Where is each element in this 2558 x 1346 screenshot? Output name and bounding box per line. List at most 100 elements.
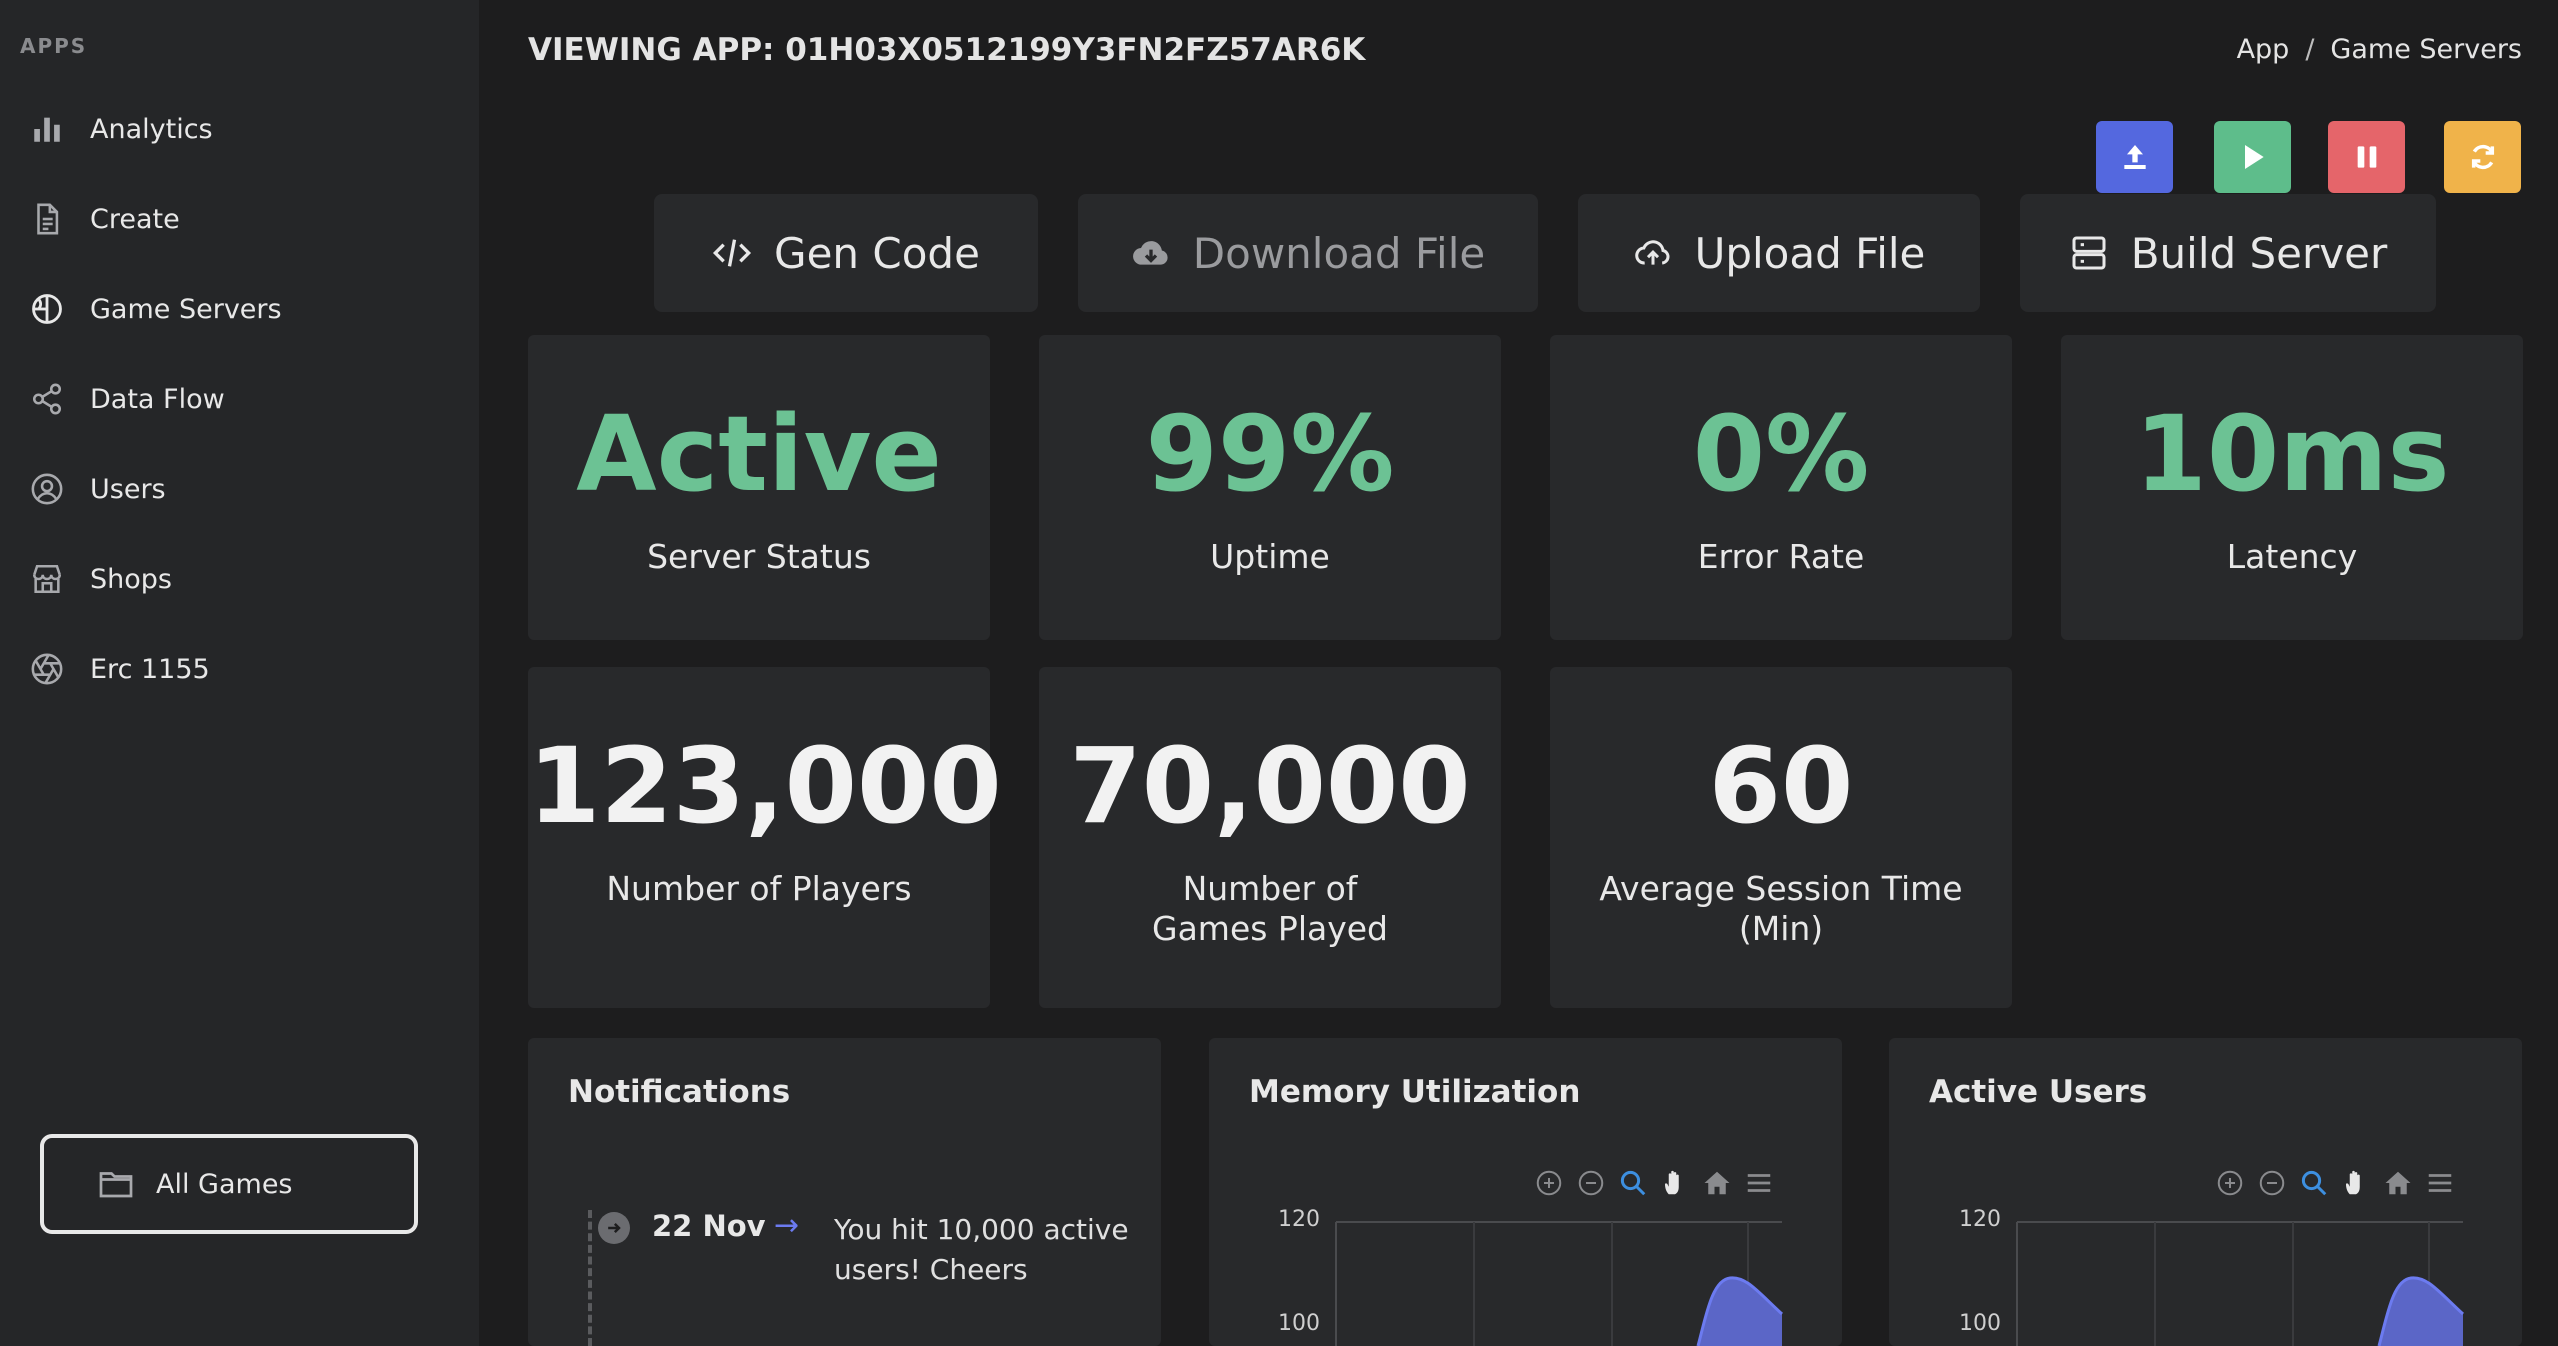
- sidebar-section-label: APPS: [20, 34, 88, 58]
- upload-file-button[interactable]: Upload File: [1578, 194, 1980, 312]
- arrow-right-icon: →: [774, 1208, 800, 1243]
- sidebar-item-erc-1155[interactable]: Erc 1155: [0, 634, 479, 704]
- panel-title: Notifications: [568, 1074, 791, 1110]
- pan-hand-icon[interactable]: [1660, 1168, 1690, 1198]
- sidebar-item-game-servers[interactable]: Game Servers: [0, 274, 479, 344]
- zoom-in-icon[interactable]: [2215, 1168, 2245, 1198]
- stat-label: Average Session Time (Min): [1599, 869, 1963, 948]
- sidebar-item-analytics[interactable]: Analytics: [0, 94, 479, 164]
- sidebar-item-label: Data Flow: [90, 383, 225, 415]
- refresh-action-button[interactable]: [2444, 121, 2521, 193]
- stat-label: Error Rate: [1697, 537, 1865, 576]
- pan-hand-icon[interactable]: [2341, 1168, 2371, 1198]
- gen-code-button[interactable]: Gen Code: [654, 194, 1038, 312]
- upload-action-button[interactable]: [2096, 121, 2173, 193]
- stat-label: Server Status: [647, 537, 871, 576]
- sidebar-item-label: Shops: [90, 563, 172, 595]
- timeline-line: [588, 1210, 592, 1346]
- stat-value: 10ms: [2134, 393, 2450, 515]
- breadcrumb: App / Game Servers: [2237, 34, 2522, 65]
- cloud-download-icon: [1131, 233, 1171, 273]
- stat-value: 60: [1708, 725, 1854, 847]
- stat-card-server-status: Active Server Status: [528, 335, 990, 640]
- pause-icon: [2351, 141, 2383, 173]
- stat-card-players: 123,000 Number of Players: [528, 667, 1002, 1008]
- stat-label: Uptime: [1210, 537, 1330, 576]
- panel-title: Memory Utilization: [1249, 1074, 1581, 1110]
- sidebar-item-label: Erc 1155: [90, 653, 210, 685]
- active-users-chart: 120 100: [1959, 1207, 2465, 1346]
- magnifier-icon[interactable]: [2299, 1168, 2329, 1198]
- download-file-button[interactable]: Download File: [1078, 194, 1538, 312]
- menu-icon[interactable]: [2425, 1168, 2455, 1198]
- zoom-in-icon[interactable]: [1534, 1168, 1564, 1198]
- server-icon: [2069, 233, 2109, 273]
- sidebar-item-users[interactable]: Users: [0, 454, 479, 524]
- stat-label: Number of Games Played: [1152, 869, 1388, 948]
- y-tick-label: 120: [1959, 1207, 2001, 1232]
- stat-value: Active: [576, 393, 942, 515]
- breadcrumb-separator: /: [2305, 34, 2315, 65]
- sidebar-item-data-flow[interactable]: Data Flow: [0, 364, 479, 434]
- notification-text: You hit 10,000 active users! Cheers: [834, 1213, 1129, 1286]
- home-icon[interactable]: [2383, 1168, 2413, 1198]
- sidebar-item-label: Game Servers: [90, 293, 282, 325]
- notification-date: 22 Nov: [652, 1209, 766, 1243]
- stat-label: Number of Players: [606, 869, 912, 908]
- notifications-panel: Notifications: [528, 1038, 1161, 1346]
- code-icon: [712, 233, 752, 273]
- document-icon: [30, 202, 64, 236]
- page-title: VIEWING APP: 01H03X0512199Y3FN2FZ57AR6K: [528, 32, 1366, 68]
- play-action-button[interactable]: [2214, 121, 2291, 193]
- refresh-icon: [2467, 141, 2499, 173]
- area-series: [1698, 1277, 1782, 1346]
- memory-utilization-chart: 120 100: [1278, 1207, 1784, 1346]
- sidebar-item-label: Analytics: [90, 113, 213, 145]
- y-tick-label: 100: [1959, 1311, 2001, 1336]
- panel-title: Active Users: [1929, 1074, 2148, 1110]
- y-tick-label: 120: [1278, 1207, 1320, 1232]
- stat-card-session-time: 60 Average Session Time (Min): [1550, 667, 2012, 1008]
- stat-value: 123,000: [528, 725, 1002, 847]
- stat-label: Latency: [2226, 537, 2358, 576]
- zoom-out-icon[interactable]: [1576, 1168, 1606, 1198]
- aperture-icon: [30, 652, 64, 686]
- cloud-upload-icon: [1633, 233, 1673, 273]
- all-games-button[interactable]: All Games: [40, 1134, 418, 1234]
- build-server-label: Build Server: [2130, 228, 2388, 278]
- y-tick-label: 100: [1278, 1311, 1320, 1336]
- sidebar-item-label: Create: [90, 203, 180, 235]
- chart-toolbar: [2215, 1168, 2455, 1198]
- stat-card-games-played: 70,000 Number of Games Played: [1039, 667, 1501, 1008]
- zoom-out-icon[interactable]: [2257, 1168, 2287, 1198]
- stat-value: 99%: [1145, 393, 1395, 515]
- chart-toolbar: [1534, 1168, 1774, 1198]
- stat-value: 70,000: [1069, 725, 1471, 847]
- area-series: [2379, 1277, 2463, 1346]
- bar-chart-icon: [30, 112, 64, 146]
- sidebar-item-label: Users: [90, 473, 166, 505]
- play-icon: [2237, 141, 2269, 173]
- user-circle-icon: [30, 472, 64, 506]
- gen-code-label: Gen Code: [774, 228, 980, 278]
- stat-card-uptime: 99% Uptime: [1039, 335, 1501, 640]
- breadcrumb-item-game-servers: Game Servers: [2330, 34, 2522, 65]
- all-games-label: All Games: [156, 1168, 293, 1200]
- home-icon[interactable]: [1702, 1168, 1732, 1198]
- sidebar-item-create[interactable]: Create: [0, 184, 479, 254]
- store-icon: [30, 562, 64, 596]
- stat-card-latency: 10ms Latency: [2061, 335, 2523, 640]
- upload-file-label: Upload File: [1694, 228, 1926, 278]
- pause-action-button[interactable]: [2328, 121, 2405, 193]
- stat-value: 0%: [1692, 393, 1870, 515]
- breadcrumb-item-app[interactable]: App: [2237, 34, 2290, 65]
- globe-icon: [30, 292, 64, 326]
- sidebar: APPS Analytics Create Game Servers Data …: [0, 0, 479, 1346]
- download-file-label: Download File: [1192, 228, 1486, 278]
- magnifier-icon[interactable]: [1618, 1168, 1648, 1198]
- build-server-button[interactable]: Build Server: [2020, 194, 2436, 312]
- arrow-circle-icon: [598, 1212, 630, 1244]
- sidebar-item-shops[interactable]: Shops: [0, 544, 479, 614]
- share-icon: [30, 382, 64, 416]
- menu-icon[interactable]: [1744, 1168, 1774, 1198]
